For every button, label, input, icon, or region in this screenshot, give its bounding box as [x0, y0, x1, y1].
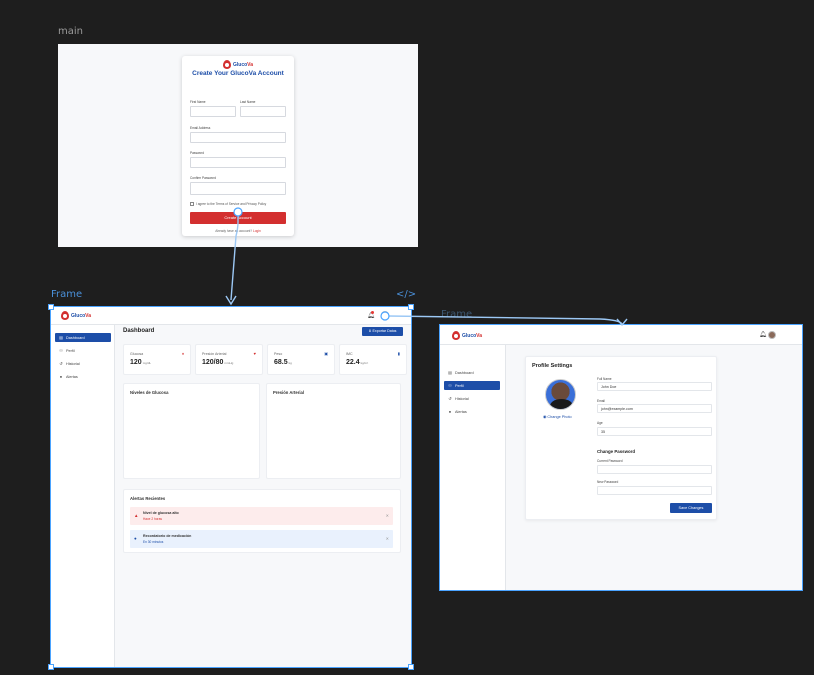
connection-dashboard-to-profile[interactable]: [387, 315, 623, 325]
connection-node[interactable]: [380, 311, 390, 321]
connection-node[interactable]: [233, 207, 243, 217]
prototype-connections: [225, 207, 628, 327]
connection-signup-to-dashboard[interactable]: [230, 212, 239, 301]
